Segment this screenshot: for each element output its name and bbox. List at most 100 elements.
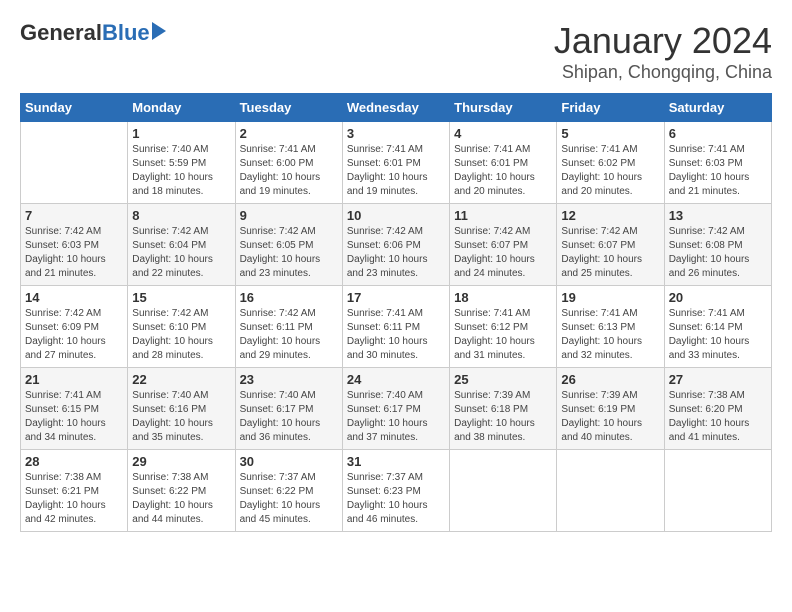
calendar-cell: 9 Sunrise: 7:42 AM Sunset: 6:05 PM Daylig… [235,204,342,286]
calendar-cell: 11Sunrise: 7:42 AM Sunset: 6:07 PM Dayli… [450,204,557,286]
header-day-thursday: Thursday [450,94,557,122]
day-info: Sunrise: 7:40 AM Sunset: 6:17 PM Dayligh… [347,389,445,445]
day-number: 9 [240,208,338,223]
calendar-cell: 30 Sunrise: 7:37 AM Sunset: 6:22 PM Dayli… [235,450,342,532]
day-number: 30 [240,454,338,469]
calendar-week-3: 14 Sunrise: 7:42 AM Sunset: 6:09 PM Dayli… [21,286,772,368]
day-number: 18 [454,290,552,305]
header-row: SundayMondayTuesdayWednesdayThursdayFrid… [21,94,772,122]
page-header: General Blue January 2024 Shipan, Chongq… [20,20,772,83]
day-info: Sunrise: 7:37 AM Sunset: 6:22 PM Dayligh… [240,471,338,527]
calendar-cell: 26Sunrise: 7:39 AM Sunset: 6:19 PM Dayli… [557,368,664,450]
day-number: 4 [454,126,552,141]
day-number: 25 [454,372,552,387]
calendar-cell: 25 Sunrise: 7:39 AM Sunset: 6:18 PM Dayli… [450,368,557,450]
day-number: 31 [347,454,445,469]
day-info: Sunrise: 7:41 AM Sunset: 6:00 PM Dayligh… [240,143,338,199]
day-info: Sunrise: 7:38 AM Sunset: 6:20 PM Dayligh… [669,389,767,445]
day-number: 27 [669,372,767,387]
calendar-cell: 15 Sunrise: 7:42 AM Sunset: 6:10 PM Dayli… [128,286,235,368]
calendar-cell: 21 Sunrise: 7:41 AM Sunset: 6:15 PM Dayli… [21,368,128,450]
header-day-tuesday: Tuesday [235,94,342,122]
calendar-cell: 1Sunrise: 7:40 AM Sunset: 5:59 PM Daylig… [128,122,235,204]
day-info: Sunrise: 7:42 AM Sunset: 6:03 PM Dayligh… [25,225,123,281]
calendar-cell [450,450,557,532]
day-number: 17 [347,290,445,305]
calendar-cell: 16Sunrise: 7:42 AM Sunset: 6:11 PM Dayli… [235,286,342,368]
day-info: Sunrise: 7:40 AM Sunset: 5:59 PM Dayligh… [132,143,230,199]
calendar-cell: 27 Sunrise: 7:38 AM Sunset: 6:20 PM Dayli… [664,368,771,450]
calendar-cell: 19Sunrise: 7:41 AM Sunset: 6:13 PM Dayli… [557,286,664,368]
day-info: Sunrise: 7:42 AM Sunset: 6:07 PM Dayligh… [454,225,552,281]
day-number: 15 [132,290,230,305]
day-number: 12 [561,208,659,223]
header-day-friday: Friday [557,94,664,122]
day-info: Sunrise: 7:42 AM Sunset: 6:10 PM Dayligh… [132,307,230,363]
calendar-cell: 3Sunrise: 7:41 AM Sunset: 6:01 PM Daylig… [342,122,449,204]
calendar-week-5: 28 Sunrise: 7:38 AM Sunset: 6:21 PM Dayli… [21,450,772,532]
day-number: 6 [669,126,767,141]
day-info: Sunrise: 7:42 AM Sunset: 6:06 PM Dayligh… [347,225,445,281]
day-info: Sunrise: 7:42 AM Sunset: 6:05 PM Dayligh… [240,225,338,281]
day-info: Sunrise: 7:39 AM Sunset: 6:18 PM Dayligh… [454,389,552,445]
calendar-cell: 29 Sunrise: 7:38 AM Sunset: 6:22 PM Dayli… [128,450,235,532]
day-info: Sunrise: 7:41 AM Sunset: 6:12 PM Dayligh… [454,307,552,363]
day-info: Sunrise: 7:42 AM Sunset: 6:09 PM Dayligh… [25,307,123,363]
calendar-cell: 13 Sunrise: 7:42 AM Sunset: 6:08 PM Dayli… [664,204,771,286]
calendar-cell: 8Sunrise: 7:42 AM Sunset: 6:04 PM Daylig… [128,204,235,286]
day-number: 10 [347,208,445,223]
calendar-cell: 10 Sunrise: 7:42 AM Sunset: 6:06 PM Dayli… [342,204,449,286]
calendar-cell: 18 Sunrise: 7:41 AM Sunset: 6:12 PM Dayli… [450,286,557,368]
calendar-week-4: 21 Sunrise: 7:41 AM Sunset: 6:15 PM Dayli… [21,368,772,450]
day-info: Sunrise: 7:41 AM Sunset: 6:11 PM Dayligh… [347,307,445,363]
calendar-cell: 12 Sunrise: 7:42 AM Sunset: 6:07 PM Dayli… [557,204,664,286]
day-number: 20 [669,290,767,305]
logo-blue-text: Blue [102,20,150,46]
day-info: Sunrise: 7:42 AM Sunset: 6:08 PM Dayligh… [669,225,767,281]
day-info: Sunrise: 7:37 AM Sunset: 6:23 PM Dayligh… [347,471,445,527]
calendar-cell [557,450,664,532]
day-info: Sunrise: 7:41 AM Sunset: 6:03 PM Dayligh… [669,143,767,199]
day-number: 28 [25,454,123,469]
day-number: 7 [25,208,123,223]
day-number: 14 [25,290,123,305]
calendar-week-2: 7 Sunrise: 7:42 AM Sunset: 6:03 PM Daylig… [21,204,772,286]
day-number: 24 [347,372,445,387]
calendar-cell: 24 Sunrise: 7:40 AM Sunset: 6:17 PM Dayli… [342,368,449,450]
day-info: Sunrise: 7:42 AM Sunset: 6:07 PM Dayligh… [561,225,659,281]
day-number: 8 [132,208,230,223]
day-number: 21 [25,372,123,387]
day-info: Sunrise: 7:39 AM Sunset: 6:19 PM Dayligh… [561,389,659,445]
logo: General Blue [20,20,166,46]
day-number: 22 [132,372,230,387]
day-info: Sunrise: 7:41 AM Sunset: 6:01 PM Dayligh… [454,143,552,199]
day-info: Sunrise: 7:38 AM Sunset: 6:22 PM Dayligh… [132,471,230,527]
day-info: Sunrise: 7:40 AM Sunset: 6:16 PM Dayligh… [132,389,230,445]
calendar-cell [664,450,771,532]
calendar-cell: 28 Sunrise: 7:38 AM Sunset: 6:21 PM Dayli… [21,450,128,532]
day-number: 29 [132,454,230,469]
calendar-cell: 23Sunrise: 7:40 AM Sunset: 6:17 PM Dayli… [235,368,342,450]
header-day-saturday: Saturday [664,94,771,122]
day-info: Sunrise: 7:41 AM Sunset: 6:02 PM Dayligh… [561,143,659,199]
day-number: 23 [240,372,338,387]
header-day-wednesday: Wednesday [342,94,449,122]
calendar-header: SundayMondayTuesdayWednesdayThursdayFrid… [21,94,772,122]
day-number: 2 [240,126,338,141]
day-number: 5 [561,126,659,141]
day-info: Sunrise: 7:41 AM Sunset: 6:14 PM Dayligh… [669,307,767,363]
calendar-cell: 14 Sunrise: 7:42 AM Sunset: 6:09 PM Dayli… [21,286,128,368]
day-number: 16 [240,290,338,305]
calendar-cell [21,122,128,204]
day-info: Sunrise: 7:38 AM Sunset: 6:21 PM Dayligh… [25,471,123,527]
day-number: 19 [561,290,659,305]
header-day-monday: Monday [128,94,235,122]
calendar-cell: 31 Sunrise: 7:37 AM Sunset: 6:23 PM Dayli… [342,450,449,532]
day-number: 13 [669,208,767,223]
logo-general-text: General [20,20,102,46]
calendar-table: SundayMondayTuesdayWednesdayThursdayFrid… [20,93,772,532]
day-info: Sunrise: 7:41 AM Sunset: 6:15 PM Dayligh… [25,389,123,445]
calendar-week-1: 1Sunrise: 7:40 AM Sunset: 5:59 PM Daylig… [21,122,772,204]
calendar-cell: 7 Sunrise: 7:42 AM Sunset: 6:03 PM Daylig… [21,204,128,286]
calendar-body: 1Sunrise: 7:40 AM Sunset: 5:59 PM Daylig… [21,122,772,532]
